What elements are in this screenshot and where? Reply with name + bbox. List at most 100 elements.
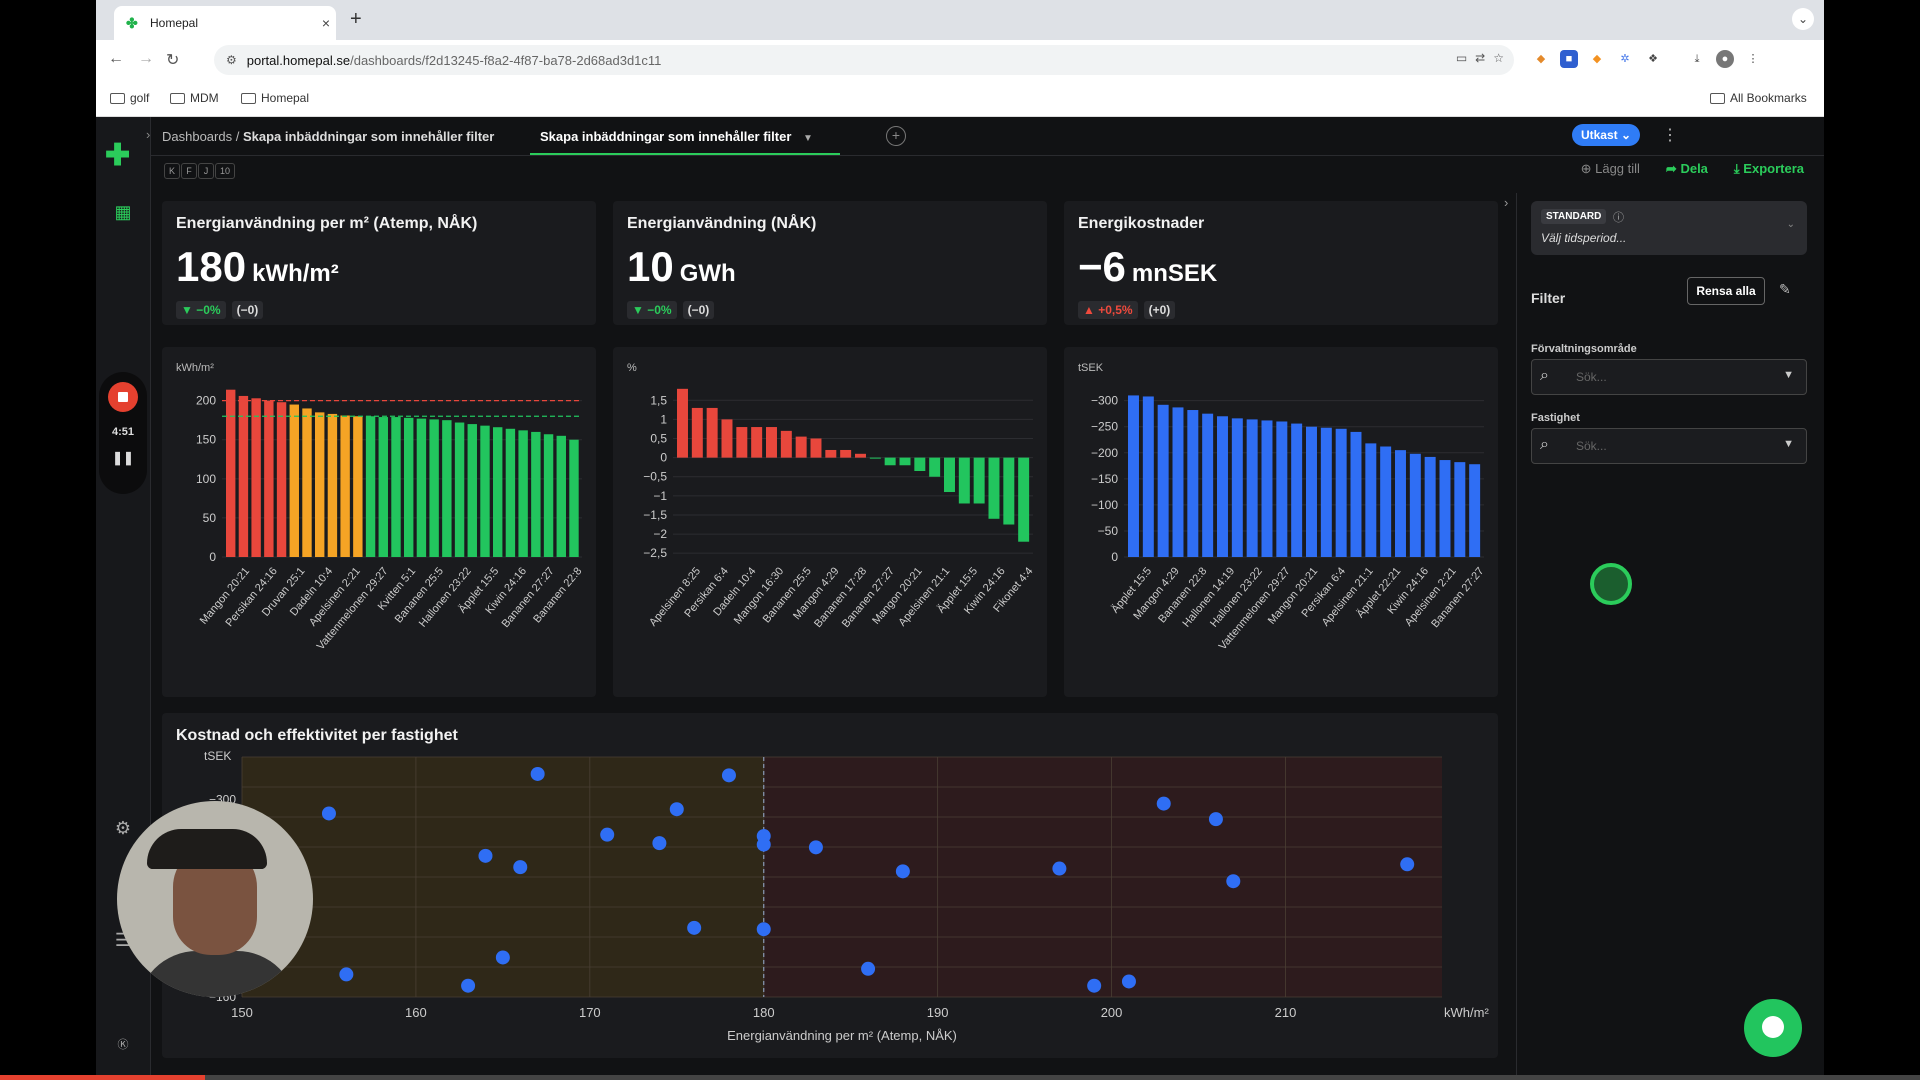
add-button[interactable]: ⊕ Lägg till (1581, 161, 1640, 177)
reload-icon[interactable]: ↻ (166, 50, 179, 70)
scatter-point (756, 837, 771, 852)
site-info-icon[interactable]: ⚙ (226, 53, 237, 67)
chat-support-button[interactable] (1744, 999, 1802, 1057)
y-tick-label: −0,5 (643, 470, 667, 484)
share-label: Dela (1680, 161, 1708, 176)
download-icon[interactable]: ⤓ (1688, 50, 1706, 68)
bar (505, 428, 516, 557)
bar-chart-energy-change: %−2,5−2−1,5−1−0,500,511,5Apelsinen 8:25P… (627, 362, 1035, 630)
export-button[interactable]: ⤓ Exportera (1734, 161, 1804, 177)
scatter-point (513, 860, 528, 875)
bookmarks-bar: golf MDM Homepal All Bookmarks (96, 80, 1824, 117)
new-tab-icon[interactable]: + (350, 8, 362, 31)
x-tick-label: 150 (231, 1005, 253, 1020)
y-tick-label: 0 (1111, 550, 1118, 564)
bar (1217, 416, 1228, 557)
bar (884, 457, 896, 466)
bar (302, 408, 312, 557)
profile-avatar-icon[interactable]: ● (1716, 50, 1734, 68)
bar (1350, 431, 1362, 557)
share-button[interactable]: ➦ Dela (1666, 161, 1708, 177)
bookmark-folder[interactable]: Homepal (241, 91, 309, 105)
scatter-point (1087, 978, 1102, 993)
bar (840, 449, 852, 458)
kpi-change: ▼ −0% (−0) (627, 301, 715, 319)
bar (721, 419, 733, 458)
add-circle-icon: ⊕ (1580, 161, 1592, 176)
bookmark-star-icon[interactable]: ☆ (1493, 51, 1504, 65)
status-label: Utkast (1580, 128, 1618, 142)
screen-recorder: 4:51 ❚❚ (99, 372, 147, 494)
stop-recording-button[interactable] (108, 382, 138, 412)
add-tab-icon[interactable]: + (886, 126, 906, 146)
y-tick-label: 0 (209, 550, 216, 564)
clear-all-button[interactable]: Rensa alla (1687, 277, 1765, 305)
kpi-delta: (−0) (231, 301, 264, 319)
cast-icon[interactable]: ▭ (1456, 51, 1467, 65)
video-progress-bar[interactable] (0, 1075, 1920, 1080)
bar (1142, 396, 1154, 557)
dashboard-topbar: › Dashboards / Skapa inbäddningar som in… (146, 117, 1824, 156)
more-menu-icon[interactable]: ⋮ (1662, 125, 1678, 145)
scatter-point (461, 978, 476, 993)
export-label: Exportera (1743, 161, 1804, 176)
browser-menu-icon[interactable]: ⋮ (1744, 50, 1762, 68)
collapse-k-icon[interactable]: Ⓚ (108, 1030, 138, 1060)
translate-icon[interactable]: ⇄ (1475, 51, 1485, 65)
x-axis-unit: kWh/m² (1444, 1005, 1489, 1020)
pause-icon[interactable]: ❚❚ (99, 450, 147, 466)
property-area-select[interactable]: ⌕ Sök... ▼ (1531, 359, 1807, 395)
info-icon[interactable]: ⓘ (1613, 209, 1624, 225)
kpi-card: Energianvändning (NÅK) 10 GWh ▼ −0% (−0) (613, 201, 1047, 325)
kpi-delta: (+0) (1143, 301, 1176, 319)
scatter-point (1400, 857, 1415, 872)
kpi-change-pct: −0% (647, 303, 672, 317)
extension-badge-icon[interactable]: ■ (1560, 50, 1578, 68)
all-bookmarks[interactable]: All Bookmarks (1710, 91, 1807, 105)
dashboards-icon[interactable]: ▦ (108, 197, 138, 227)
close-tab-icon[interactable]: × (316, 15, 336, 31)
back-icon[interactable]: ← (108, 50, 124, 68)
breadcrumb-root[interactable]: Dashboards / (162, 129, 239, 144)
extension-shield-icon[interactable]: ◆ (1588, 50, 1606, 68)
bar (1172, 407, 1184, 557)
kpi-card: Energianvändning per m² (Atemp, NÅK) 180… (162, 201, 596, 325)
caret-down-icon: ▼ (1783, 438, 1794, 450)
homepal-logo[interactable]: ✚ (105, 138, 130, 173)
kpi-delta: (−0) (682, 301, 715, 319)
time-period-selector[interactable]: STANDARD ⓘ Välj tidsperiod... ⌄ (1531, 201, 1807, 255)
bar (327, 413, 338, 557)
address-bar[interactable]: ⚙ portal.homepal.se/dashboards/f2d13245-… (214, 45, 1514, 75)
settings-gear-icon[interactable]: ⚙ (108, 813, 138, 843)
y-axis-unit: % (627, 362, 637, 374)
metamask-extension-icon[interactable]: ◆ (1532, 50, 1550, 68)
collapse-panel-chevron-icon[interactable]: › (1504, 195, 1508, 210)
expand-chevron-icon[interactable]: › (146, 127, 150, 142)
extension-gear-icon[interactable]: ✲ (1616, 50, 1634, 68)
bar (556, 435, 566, 557)
bar (1231, 418, 1243, 557)
property-select[interactable]: ⌕ Sök... ▼ (1531, 428, 1807, 464)
y-tick-label: −1 (653, 489, 667, 503)
x-tick-label: 170 (579, 1005, 601, 1020)
bookmark-folder[interactable]: golf (110, 91, 149, 105)
webcam-person-shirt (137, 951, 297, 997)
chevron-down-icon[interactable]: ▼ (803, 133, 813, 144)
filter-label: Fastighet (1531, 412, 1580, 424)
browser-tab[interactable]: ✤ Homepal × (114, 6, 336, 40)
bar (569, 439, 579, 557)
bar (1018, 457, 1030, 542)
y-tick-label: −2,5 (643, 546, 667, 560)
bookmark-folder[interactable]: MDM (170, 91, 219, 105)
forward-icon[interactable]: → (138, 50, 154, 68)
x-tick-label: 210 (1275, 1005, 1297, 1020)
select-placeholder: Sök... (1576, 370, 1607, 384)
edit-pencil-icon[interactable]: ✎ (1779, 281, 1791, 298)
bar (1365, 443, 1377, 557)
tab-search-icon[interactable]: ⌄ (1792, 8, 1814, 30)
y-tick-label: −200 (1091, 446, 1118, 460)
tab-dashboard[interactable]: Skapa inbäddningar som innehåller filter… (540, 129, 813, 144)
x-axis-label: Energianvändning per m² (Atemp, NÅK) (727, 1028, 957, 1043)
status-button[interactable]: Utkast ⌄ (1572, 124, 1640, 146)
extensions-puzzle-icon[interactable]: ❖ (1644, 50, 1662, 68)
